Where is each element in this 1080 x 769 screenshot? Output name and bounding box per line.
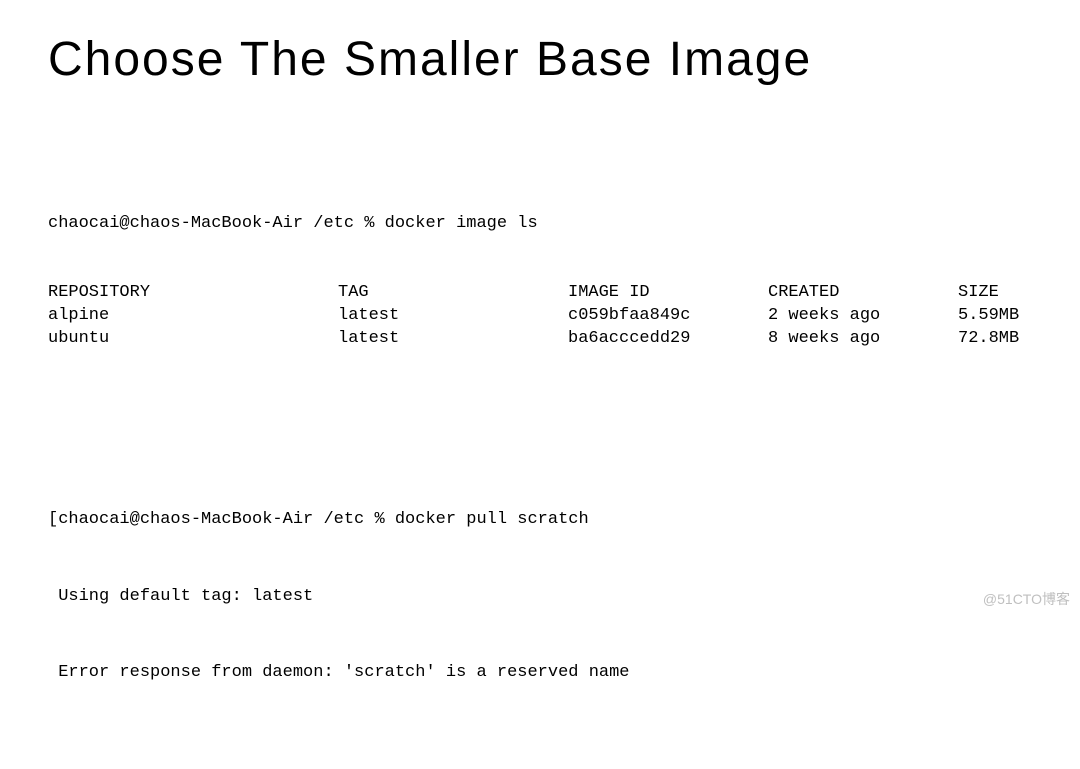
docker-image-ls-output: chaocai@chaos-MacBook-Air /etc % docker … xyxy=(48,167,1032,396)
cell-tag: latest xyxy=(338,328,568,351)
cell-repository: ubuntu xyxy=(48,328,338,351)
cell-size: 5.59MB xyxy=(958,305,1019,328)
cell-created: 2 weeks ago xyxy=(768,305,958,328)
output-line: Using default tag: latest xyxy=(48,584,1032,610)
watermark: @51CTO博客 xyxy=(983,589,1070,609)
terminal-output-2: [chaocai@chaos-MacBook-Air /etc % docker… xyxy=(48,456,1032,737)
image-table: REPOSITORY TAG IMAGE ID CREATED SIZE alp… xyxy=(48,282,1019,351)
error-line: Error response from daemon: 'scratch' is… xyxy=(48,660,1032,686)
table-row: ubuntu latest ba6acccedd29 8 weeks ago 7… xyxy=(48,328,1019,351)
header-size: SIZE xyxy=(958,282,1019,305)
table-row: alpine latest c059bfaa849c 2 weeks ago 5… xyxy=(48,305,1019,328)
cell-created: 8 weeks ago xyxy=(768,328,958,351)
cell-tag: latest xyxy=(338,305,568,328)
slide-title: Choose The Smaller Base Image xyxy=(48,32,1032,87)
cell-size: 72.8MB xyxy=(958,328,1019,351)
terminal-output-1: chaocai@chaos-MacBook-Air /etc % docker … xyxy=(48,167,1032,396)
cell-image-id: c059bfaa849c xyxy=(568,305,768,328)
header-image-id: IMAGE ID xyxy=(568,282,768,305)
header-tag: TAG xyxy=(338,282,568,305)
command-prompt-line: chaocai@chaos-MacBook-Air /etc % docker … xyxy=(48,213,1032,236)
table-header-row: REPOSITORY TAG IMAGE ID CREATED SIZE xyxy=(48,282,1019,305)
cell-repository: alpine xyxy=(48,305,338,328)
slide-content: Choose The Smaller Base Image chaocai@ch… xyxy=(0,0,1080,769)
command-prompt-line: [chaocai@chaos-MacBook-Air /etc % docker… xyxy=(48,507,1032,533)
cell-image-id: ba6acccedd29 xyxy=(568,328,768,351)
header-repository: REPOSITORY xyxy=(48,282,338,305)
header-created: CREATED xyxy=(768,282,958,305)
